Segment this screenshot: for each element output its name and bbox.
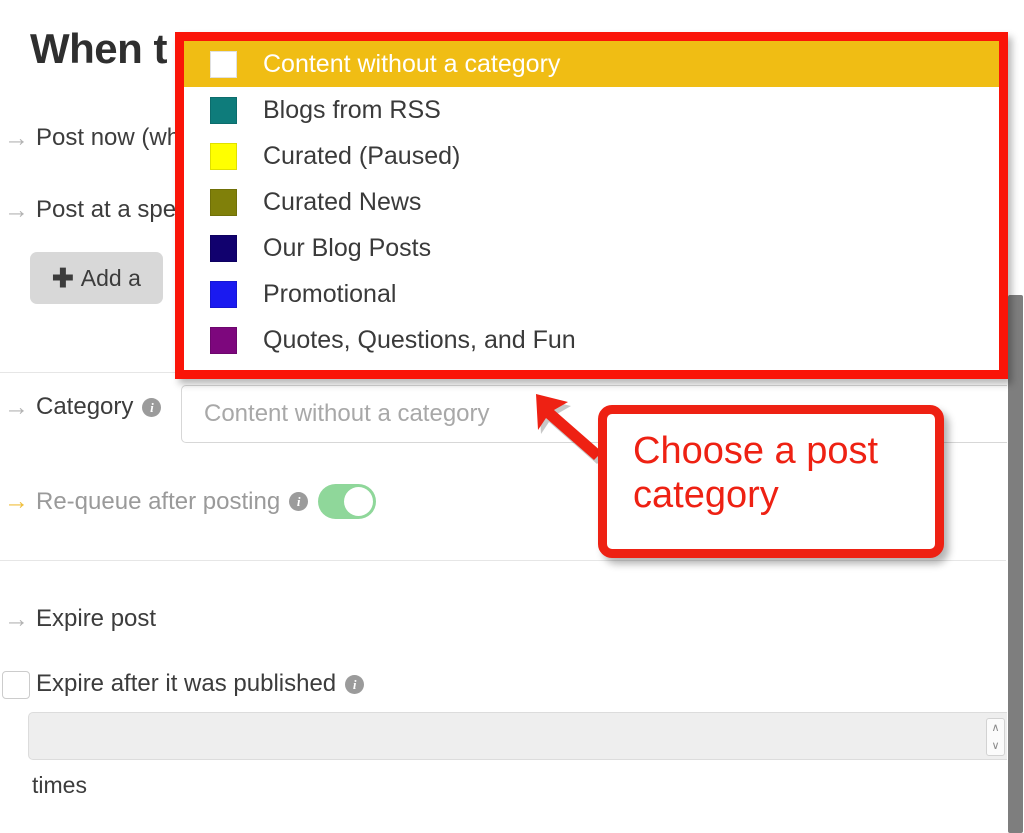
- number-stepper[interactable]: ∧ ∨: [986, 718, 1005, 756]
- expire-post-label: Expire post: [36, 605, 157, 632]
- requeue-label: Re-queue after posting: [36, 487, 281, 515]
- category-color-swatch: [210, 234, 237, 262]
- arrow-right-icon: →: [4, 487, 29, 515]
- category-option-label: Blogs from RSS: [263, 95, 441, 124]
- section-divider: [0, 560, 1006, 561]
- category-input-placeholder: Content without a category: [204, 400, 490, 427]
- arrow-right-icon: →: [4, 392, 29, 421]
- add-button-label: Add a: [80, 264, 141, 291]
- category-dropdown: Content without a category Blogs from RSS…: [175, 32, 1008, 379]
- category-row: → Category i: [4, 392, 162, 421]
- requeue-row: → Re-queue after posting i: [4, 484, 377, 519]
- category-option-label: Our Blog Posts: [263, 233, 432, 262]
- category-option[interactable]: Curated News: [184, 179, 999, 225]
- info-icon[interactable]: i: [289, 492, 309, 511]
- category-color-swatch: [210, 326, 237, 354]
- category-option-label: Quotes, Questions, and Fun: [263, 325, 576, 354]
- option-post-now[interactable]: → Post now (wh: [4, 124, 180, 152]
- category-option[interactable]: Our Blog Posts: [184, 225, 999, 271]
- callout-line-1: Choose a post: [633, 430, 879, 472]
- category-option-label: Content without a category: [263, 49, 561, 78]
- plus-icon: ✚: [52, 262, 74, 293]
- expire-after-published-label: Expire after it was published: [36, 670, 337, 697]
- callout-box: Choose a post category: [598, 405, 944, 558]
- option-post-specific-label: Post at a spe: [36, 196, 177, 223]
- category-dropdown-list: Content without a category Blogs from RSS…: [184, 41, 999, 370]
- category-color-swatch: [210, 142, 237, 170]
- category-color-swatch: [210, 280, 237, 308]
- category-option[interactable]: Promotional: [184, 271, 999, 317]
- category-color-swatch: [210, 50, 237, 78]
- requeue-toggle[interactable]: [318, 484, 377, 519]
- option-post-specific-time[interactable]: → Post at a spe: [4, 196, 176, 224]
- page-scrollbar-track[interactable]: [1007, 0, 1024, 833]
- arrow-right-icon: →: [4, 604, 29, 633]
- category-label: Category: [36, 393, 134, 420]
- toggle-knob: [344, 487, 374, 516]
- page-title: When t: [30, 25, 167, 72]
- screenshot-root: When t → Post now (wh → Post at a spe ✚ …: [0, 0, 1024, 833]
- info-icon[interactable]: i: [345, 674, 365, 694]
- category-option-label: Curated (Paused): [263, 141, 461, 170]
- arrow-right-icon: →: [4, 123, 29, 152]
- category-option[interactable]: Quotes, Questions, and Fun: [184, 317, 999, 363]
- arrow-right-icon: →: [4, 195, 29, 224]
- category-color-swatch: [210, 188, 237, 216]
- stepper-down-icon[interactable]: ∨: [991, 740, 999, 752]
- stepper-up-icon[interactable]: ∧: [991, 722, 999, 734]
- expire-post-row[interactable]: → Expire post: [4, 605, 156, 633]
- expire-after-published-checkbox[interactable]: [2, 671, 30, 699]
- times-label: times: [32, 772, 87, 798]
- category-option[interactable]: Content without a category: [184, 41, 999, 87]
- add-time-button[interactable]: ✚ Add a: [30, 252, 163, 304]
- info-icon[interactable]: i: [142, 397, 162, 417]
- option-post-now-label: Post now (wh: [36, 124, 181, 151]
- category-option[interactable]: Curated (Paused): [184, 133, 999, 179]
- category-color-swatch: [210, 96, 237, 124]
- category-option[interactable]: Blogs from RSS: [184, 87, 999, 133]
- callout-line-2: category: [633, 473, 779, 516]
- expire-count-input[interactable]: ∧ ∨: [28, 712, 1013, 760]
- expire-after-published-row: Expire after it was published i: [36, 670, 365, 698]
- category-option-label: Promotional: [263, 279, 397, 308]
- category-option-label: Curated News: [263, 187, 422, 216]
- page-scrollbar-thumb[interactable]: [1008, 295, 1023, 833]
